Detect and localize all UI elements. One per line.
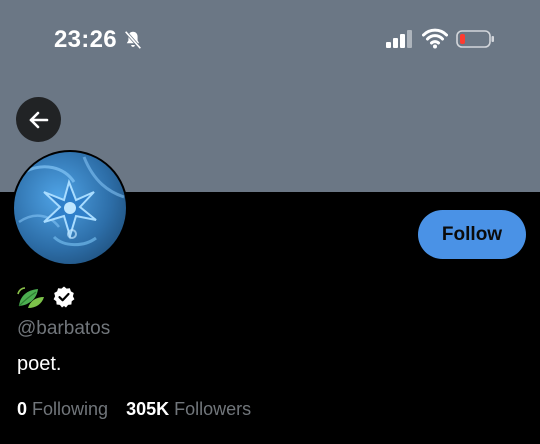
following-label: Following bbox=[32, 399, 109, 419]
arrow-left-icon bbox=[29, 111, 48, 128]
followers-label: Followers bbox=[174, 399, 252, 419]
back-button[interactable] bbox=[16, 97, 61, 142]
followers-link[interactable]: 305K Followers bbox=[126, 399, 251, 420]
cellular-signal-icon bbox=[386, 30, 412, 48]
status-bar: 23:26 bbox=[0, 0, 540, 80]
profile-stats: 0 Following 305K Followers bbox=[17, 399, 251, 420]
leaves-emoji bbox=[17, 287, 44, 308]
profile-handle: @barbatos bbox=[17, 318, 111, 339]
display-name bbox=[16, 282, 76, 312]
avatar[interactable] bbox=[12, 150, 128, 266]
blue-flower-avatar bbox=[18, 156, 125, 247]
following-count: 0 bbox=[17, 399, 28, 419]
verified-badge-icon bbox=[53, 286, 75, 308]
following-link[interactable]: 0 Following bbox=[17, 399, 108, 420]
followers-count: 305K bbox=[126, 399, 170, 419]
follow-button[interactable]: Follow bbox=[418, 210, 526, 259]
bell-slash-icon bbox=[124, 30, 142, 50]
wifi-icon bbox=[422, 28, 448, 49]
battery-low-icon bbox=[456, 30, 494, 48]
profile-bio: poet. bbox=[17, 353, 62, 375]
status-time: 23:26 bbox=[54, 26, 117, 53]
